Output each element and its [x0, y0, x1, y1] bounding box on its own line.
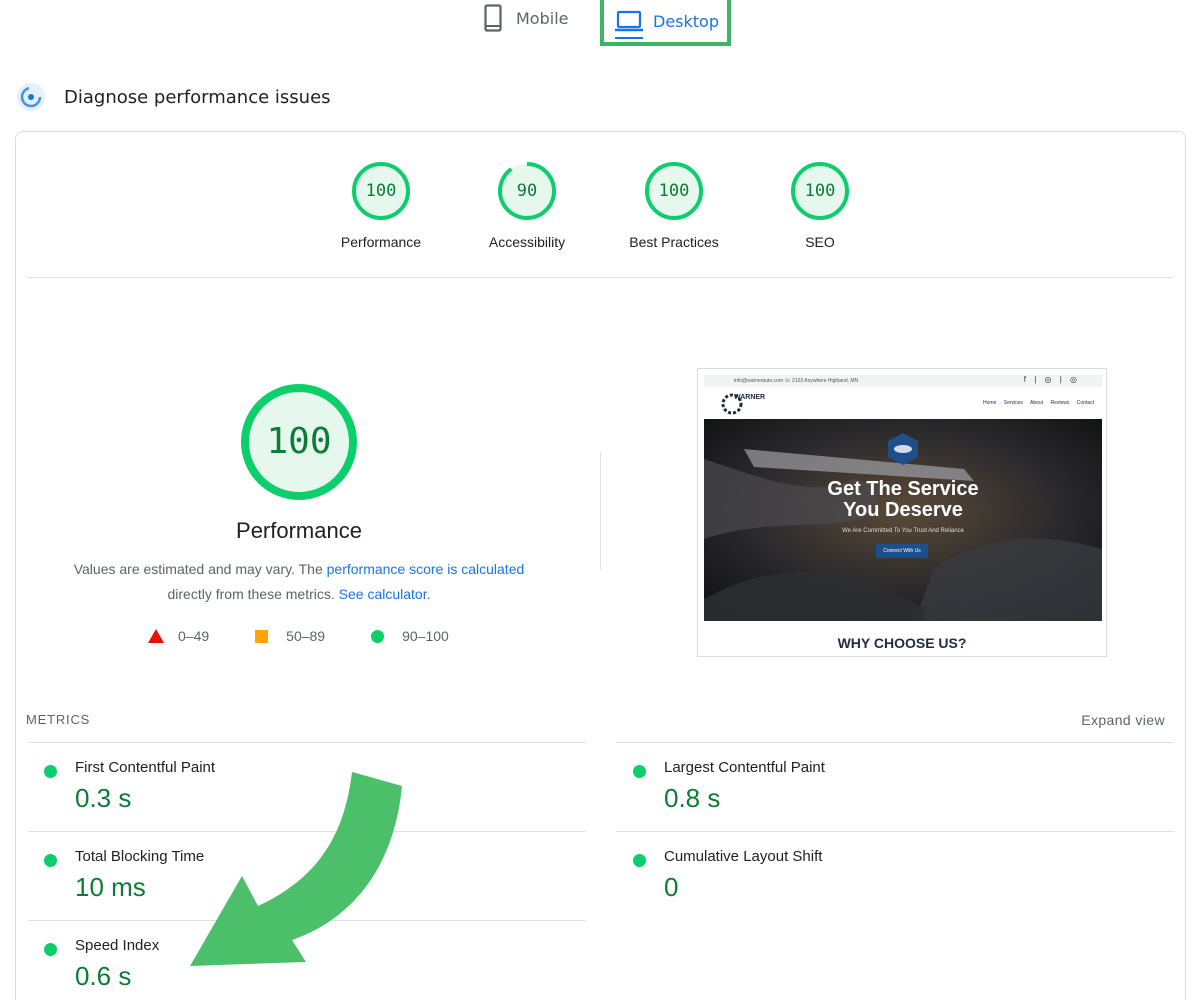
- gauge-score: 100: [365, 181, 397, 201]
- divider: [28, 277, 1173, 278]
- screenshot-menu: Home Services About Reviews Contact: [983, 400, 1094, 406]
- metrics-divider: [616, 831, 1174, 832]
- screenshot-hero-subtitle: We Are Committed To You Trust And Relian…: [842, 528, 964, 534]
- triangle-icon: [148, 629, 164, 643]
- performance-gauge-large: 100: [239, 382, 359, 502]
- tab-mobile-label: Mobile: [516, 8, 569, 28]
- screenshot-contact: info@warnerauto.com ☏ 2103 Anywhere High…: [734, 378, 859, 384]
- score-calculated-link[interactable]: performance score is calculated: [327, 561, 525, 577]
- page-screenshot[interactable]: info@warnerauto.com ☏ 2103 Anywhere High…: [697, 368, 1107, 657]
- metric-name: Cumulative Layout Shift: [664, 848, 823, 865]
- legend-pass: 90–100: [371, 628, 449, 644]
- circle-icon: [371, 629, 385, 643]
- legend-label: 90–100: [402, 628, 449, 644]
- screenshot-hero-title: Get The Service You Deserve: [704, 479, 1102, 521]
- metric-value: 0.3 s: [75, 783, 132, 813]
- desc-text: Values are estimated and may vary. The: [73, 561, 327, 577]
- legend-label: 50–89: [286, 628, 326, 644]
- screenshot-topbar: info@warnerauto.com ☏ 2103 Anywhere High…: [704, 375, 1102, 387]
- screenshot-section-heading: WHY CHOOSE US?: [837, 635, 967, 651]
- score-legend: 0–49 50–89 90–100: [148, 628, 449, 644]
- screenshot-hero-button: Connect With Us: [876, 544, 928, 558]
- screenshot-logo-text: WARNER: [734, 394, 766, 401]
- gauge-best-practices[interactable]: 100 Best Practices: [614, 160, 734, 250]
- vertical-divider: [600, 452, 601, 570]
- see-calculator-link[interactable]: See calculator: [339, 586, 427, 602]
- gauge-score: 90: [516, 181, 538, 201]
- legend-fail: 0–49: [148, 628, 209, 644]
- diagnose-title: Diagnose performance issues: [64, 86, 331, 108]
- metrics-heading: METRICS: [26, 712, 91, 727]
- pass-circle-icon: [633, 765, 646, 778]
- gauge-score: 100: [804, 181, 836, 201]
- pass-circle-icon: [633, 854, 646, 867]
- expand-view-button[interactable]: Expand view: [1081, 712, 1165, 728]
- metrics-divider: [28, 742, 586, 743]
- gauge-label: SEO: [805, 234, 835, 250]
- legend-average: 50–89: [255, 628, 325, 644]
- performance-score: 100: [266, 421, 332, 462]
- hero-title-line: You Deserve: [843, 499, 963, 521]
- legend-label: 0–49: [178, 628, 210, 644]
- gauge-label: Performance: [340, 234, 422, 250]
- screenshot-nav: WARNER Home Services About Reviews Conta…: [704, 389, 1102, 419]
- device-tabs: Mobile Desktop: [0, 0, 1200, 46]
- screenshot-social: f | ◎ | ◎: [1023, 375, 1080, 384]
- metrics-divider: [616, 742, 1174, 743]
- tab-desktop[interactable]: Desktop: [600, 0, 731, 46]
- gauge-accessibility[interactable]: 90 Accessibility: [467, 160, 587, 250]
- performance-description: Values are estimated and may vary. The p…: [56, 557, 542, 607]
- gauge-score: 100: [658, 181, 690, 201]
- annotation-arrow-icon: [190, 772, 402, 966]
- score-gauges: 100 Performance 90 Accessibility 100 Bes…: [16, 160, 1185, 280]
- gauge-seo[interactable]: 100 SEO: [760, 160, 880, 250]
- square-icon: [255, 629, 269, 643]
- metric-name: Speed Index: [75, 937, 160, 954]
- desc-text: directly from these metrics.: [167, 586, 339, 602]
- desc-text: .: [426, 586, 431, 602]
- metric-value: 0: [664, 872, 679, 902]
- gauge-performance[interactable]: 100 Performance: [321, 160, 441, 250]
- metric-value: 10 ms: [75, 872, 146, 902]
- performance-title: Performance: [236, 518, 362, 543]
- gauge-label: Best Practices: [629, 234, 719, 250]
- gauge-label: Accessibility: [488, 234, 566, 250]
- metric-value: 0.8 s: [664, 783, 721, 813]
- pass-circle-icon: [44, 943, 57, 956]
- tab-active-indicator: [615, 37, 643, 39]
- tab-desktop-label: Desktop: [653, 11, 719, 31]
- metric-name: Largest Contentful Paint: [664, 759, 825, 776]
- laptop-icon: [615, 10, 643, 32]
- screenshot-hero: Get The Service You Deserve We Are Commi…: [704, 419, 1102, 621]
- metric-value: 0.6 s: [75, 961, 132, 991]
- phone-icon: [484, 4, 502, 32]
- hero-title-line: Get The Service: [827, 478, 979, 500]
- pass-circle-icon: [44, 765, 57, 778]
- tab-mobile[interactable]: Mobile: [484, 2, 568, 34]
- lighthouse-icon: [17, 83, 45, 111]
- pass-circle-icon: [44, 854, 57, 867]
- diagnose-header: Diagnose performance issues: [16, 82, 331, 112]
